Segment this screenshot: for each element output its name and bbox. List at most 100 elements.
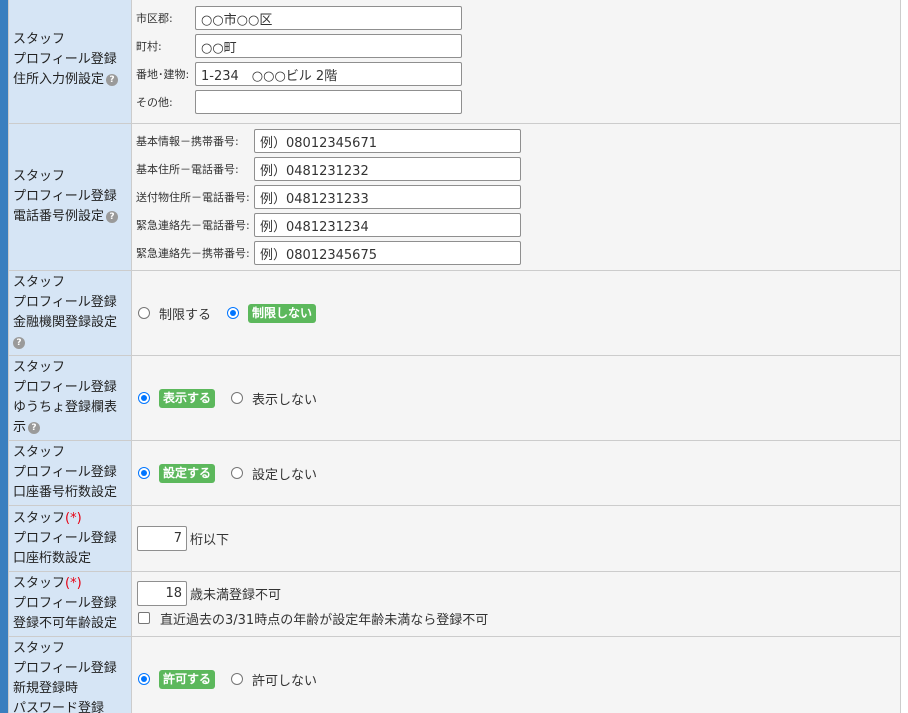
field-label: 緊急連絡先－携帯番号: [136, 247, 250, 260]
row-label: スタッフ プロフィール登録 新規登録時 パスワード登録 [8, 636, 132, 713]
radio-show[interactable]: 表示する [138, 388, 216, 408]
radio-button-selected[interactable] [138, 467, 150, 479]
label-line: 住所入力例設定 [13, 72, 105, 87]
account-digits-value: 桁以下 [131, 505, 901, 572]
city-input[interactable] [195, 6, 462, 30]
help-icon[interactable]: ? [28, 421, 41, 434]
label-line: スタッフ [13, 510, 66, 526]
field-label: 緊急連絡先－電話番号: [136, 219, 250, 232]
help-icon[interactable]: ? [106, 210, 119, 223]
age-limit-value: 歳未満登録不可 直近過去の3/31時点の年齢が設定年齢未満なら登録不可 [131, 571, 901, 637]
phone-fields: 基本情報－携帯番号: 基本住所－電話番号: 送付物住所－電話番号: 緊急連絡先－… [131, 123, 901, 271]
delivery-phone-input[interactable] [254, 185, 521, 209]
label-line: スタッフ [13, 275, 66, 290]
age-limit-input[interactable] [137, 580, 187, 606]
help-icon[interactable]: ? [106, 73, 119, 86]
field-row: 基本住所－電話番号: [136, 155, 896, 183]
left-accent-bar [0, 0, 8, 713]
radio-disallow[interactable]: 許可しない [231, 670, 317, 689]
address-fields: 市区郡: 町村: 番地･建物: その他: [131, 0, 901, 124]
radio-label: 制限する [159, 307, 212, 323]
required-mark: (*) [65, 510, 82, 526]
field-label: 基本住所－電話番号: [136, 163, 239, 176]
label-line: プロフィール登録 [13, 596, 117, 611]
radio-group: 許可する 許可しない [136, 666, 896, 692]
row-label: スタッフ プロフィール登録 口座番号桁数設定 [8, 440, 132, 506]
row-label: スタッフ(*) プロフィール登録 口座桁数設定 [8, 505, 132, 572]
label-line: ゆうちょ登録欄表 [13, 400, 118, 415]
settings-table: スタッフ プロフィール登録 住所入力例設定? 市区郡: 町村: 番地･建物: [8, 0, 901, 713]
field-label: 町村: [136, 40, 162, 53]
row-label: スタッフ プロフィール登録 ゆうちょ登録欄表 示? [8, 355, 132, 441]
label-line: スタッフ [13, 576, 66, 591]
radio-not-set[interactable]: 設定しない [231, 464, 317, 483]
row-address-example: スタッフ プロフィール登録 住所入力例設定? 市区郡: 町村: 番地･建物: [8, 0, 901, 124]
row-label: スタッフ プロフィール登録 住所入力例設定? [8, 0, 132, 124]
label-line: 金融機関登録設定 [13, 315, 118, 330]
field-label: 基本情報－携帯番号: [136, 135, 239, 148]
radio-button[interactable] [138, 307, 150, 319]
label-line: パスワード登録 [13, 701, 105, 713]
required-mark: (*) [65, 576, 82, 591]
radio-group: 設定する 設定しない [136, 460, 896, 486]
account-digits-input[interactable] [137, 526, 187, 551]
label-line: 示 [13, 420, 27, 435]
row-phone-example: スタッフ プロフィール登録 電話番号例設定? 基本情報－携帯番号: 基本住所－電… [8, 123, 901, 271]
row-password-registration: スタッフ プロフィール登録 新規登録時 パスワード登録 許可する 許可しない [8, 636, 901, 713]
radio-allow[interactable]: 許可する [138, 669, 216, 689]
radio-group: 表示する 表示しない [136, 385, 896, 411]
label-line: スタッフ [13, 445, 66, 460]
town-input[interactable] [195, 34, 462, 58]
row-label: スタッフ プロフィール登録 電話番号例設定? [8, 123, 132, 271]
emergency-phone-input[interactable] [254, 213, 521, 237]
radio-label: 表示しない [252, 392, 318, 408]
number-row: 桁以下 [136, 526, 896, 551]
label-line: プロフィール登録 [13, 380, 117, 395]
label-line: プロフィール登録 [13, 295, 117, 310]
row-bank-registration: スタッフ プロフィール登録 金融機関登録設定 ? 制限する 制限しない [8, 270, 901, 356]
field-row: 町村: [136, 32, 896, 60]
unit-label: 歳未満登録不可 [190, 587, 282, 603]
radio-no-restrict[interactable]: 制限しない [227, 303, 317, 323]
row-age-limit: スタッフ(*) プロフィール登録 登録不可年齢設定 歳未満登録不可 直近過去の3… [8, 571, 901, 637]
yucho-options: 表示する 表示しない [131, 355, 901, 441]
account-digits-options: 設定する 設定しない [131, 440, 901, 506]
row-yucho-display: スタッフ プロフィール登録 ゆうちょ登録欄表 示? 表示する 表示しない [8, 355, 901, 441]
number-row: 歳未満登録不可 [136, 580, 896, 606]
field-row: 送付物住所－電話番号: [136, 183, 896, 211]
label-line: プロフィール登録 [13, 189, 117, 204]
label-line: 口座番号桁数設定 [13, 485, 118, 500]
label-line: プロフィール登録 [13, 530, 117, 546]
field-label: 番地･建物: [136, 68, 190, 81]
label-line: スタッフ [13, 641, 66, 656]
label-line: 新規登録時 [13, 681, 79, 696]
radio-button-selected[interactable] [138, 673, 150, 685]
mobile-number-input[interactable] [254, 129, 521, 153]
radio-button[interactable] [231, 467, 244, 479]
radio-button[interactable] [231, 392, 244, 404]
help-icon[interactable]: ? [13, 336, 25, 349]
settings-page: スタッフ プロフィール登録 住所入力例設定? 市区郡: 町村: 番地･建物: [0, 0, 908, 713]
field-row: 緊急連絡先－携帯番号: [136, 239, 896, 267]
other-input[interactable] [195, 90, 462, 114]
field-row: 基本情報－携帯番号: [136, 127, 896, 155]
label-line: 登録不可年齢設定 [13, 616, 118, 631]
radio-set[interactable]: 設定する [138, 463, 216, 483]
checkbox-label: 直近過去の3/31時点の年齢が設定年齢未満なら登録不可 [160, 612, 489, 628]
selected-badge: 制限しない [248, 303, 317, 323]
row-account-digits: スタッフ(*) プロフィール登録 口座桁数設定 桁以下 [8, 505, 901, 572]
march31-age-checkbox-row[interactable]: 直近過去の3/31時点の年齢が設定年齢未満なら登録不可 [136, 609, 896, 628]
radio-button[interactable] [231, 673, 244, 685]
emergency-mobile-input[interactable] [254, 241, 521, 265]
checkbox[interactable] [138, 612, 150, 624]
label-line: プロフィール登録 [13, 465, 117, 480]
radio-hide[interactable]: 表示しない [231, 389, 317, 408]
street-building-input[interactable] [195, 62, 462, 86]
radio-label: 設定しない [252, 467, 318, 483]
home-phone-input[interactable] [254, 157, 521, 181]
radio-button-selected[interactable] [138, 392, 150, 404]
unit-label: 桁以下 [190, 533, 230, 548]
radio-button-selected[interactable] [227, 307, 240, 319]
field-row: 市区郡: [136, 4, 896, 32]
radio-restrict[interactable]: 制限する [138, 304, 211, 323]
